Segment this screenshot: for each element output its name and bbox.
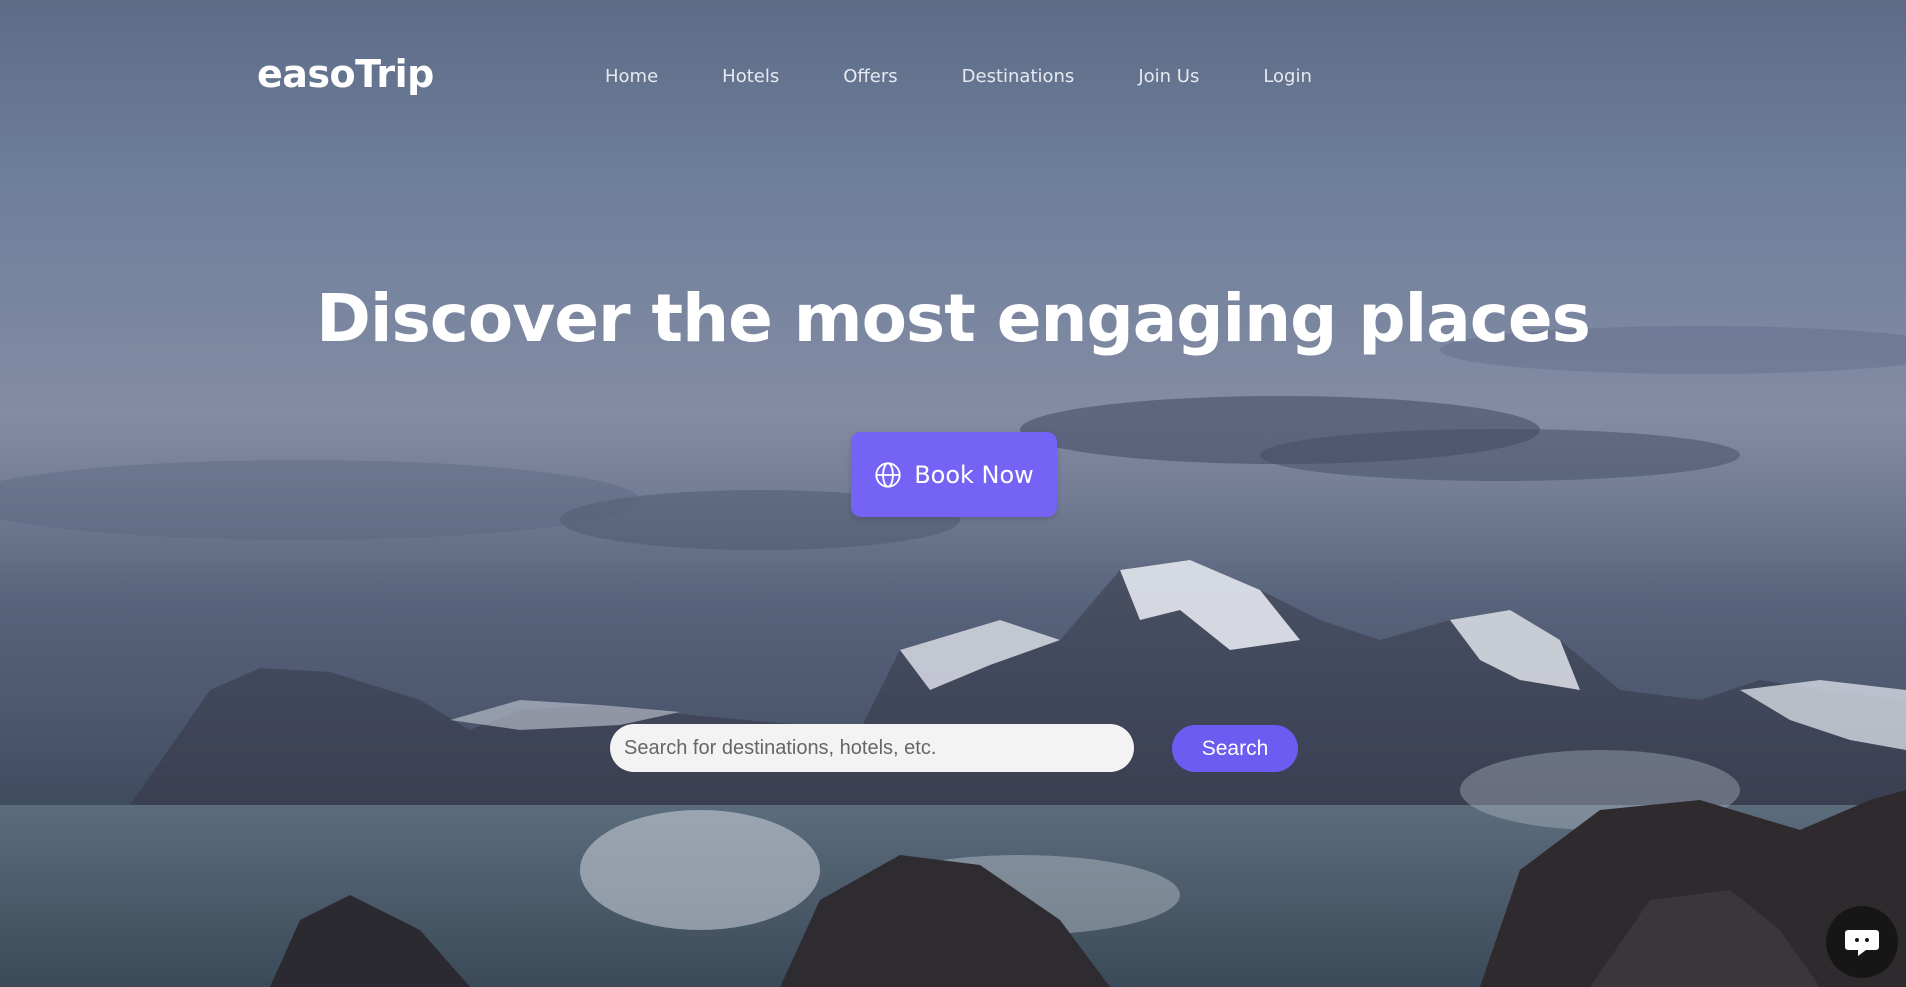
globe-icon — [874, 461, 902, 489]
brand-logo[interactable]: easoTrip — [257, 52, 434, 96]
nav-item-login[interactable]: Login — [1263, 66, 1312, 87]
book-now-button[interactable]: Book Now — [851, 432, 1057, 517]
chat-widget-button[interactable] — [1826, 906, 1898, 978]
search-button[interactable]: Search — [1172, 725, 1298, 772]
nav-item-hotels[interactable]: Hotels — [722, 66, 779, 87]
hero-section: easoTrip Home Hotels Offers Destinations… — [0, 0, 1906, 987]
chat-bubble-icon — [1842, 922, 1882, 962]
nav-item-offers[interactable]: Offers — [843, 66, 897, 87]
book-now-label: Book Now — [914, 460, 1034, 489]
nav-item-destinations[interactable]: Destinations — [962, 66, 1075, 87]
search-input[interactable] — [610, 724, 1134, 772]
main-nav: Home Hotels Offers Destinations Join Us … — [605, 66, 1376, 87]
nav-item-home[interactable]: Home — [605, 66, 658, 87]
hero-headline: Discover the most engaging places — [316, 280, 1591, 357]
nav-item-join-us[interactable]: Join Us — [1138, 66, 1199, 87]
top-navigation-bar: easoTrip Home Hotels Offers Destinations… — [0, 0, 1906, 160]
